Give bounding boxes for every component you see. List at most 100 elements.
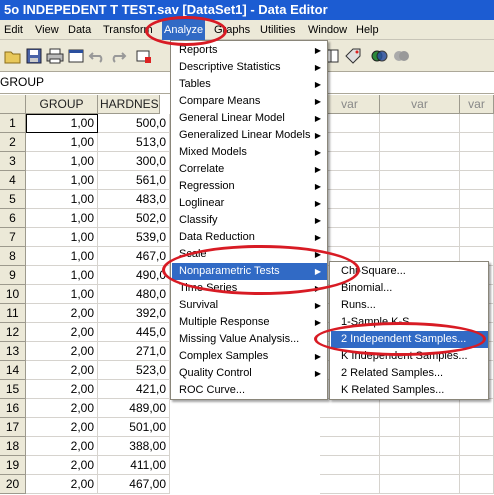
menu-item-classify[interactable]: Classify ▶ xyxy=(172,212,327,229)
menu-item-scale[interactable]: Scale ▶ xyxy=(172,246,327,263)
menu-edit[interactable]: Edit xyxy=(2,20,25,40)
row-number[interactable]: 1 xyxy=(0,114,26,133)
column-header-var[interactable]: var xyxy=(380,95,460,114)
row-number[interactable]: 14 xyxy=(0,361,26,380)
corner-cell[interactable] xyxy=(0,95,26,114)
cell-hardness[interactable]: 480,0 xyxy=(98,285,170,304)
cell-hardness[interactable]: 467,00 xyxy=(98,475,170,494)
save-icon[interactable] xyxy=(25,47,43,65)
undo-icon[interactable] xyxy=(88,47,106,65)
cell-empty[interactable] xyxy=(460,114,494,133)
column-header-hardness[interactable]: HARDNES xyxy=(98,95,160,114)
menu-item-loglinear[interactable]: Loglinear ▶ xyxy=(172,195,327,212)
cell-group[interactable]: 1,00 xyxy=(26,114,98,133)
menu-item-nonparametric-tests[interactable]: Nonparametric Tests ▶ xyxy=(172,263,327,280)
menu-item-quality-control[interactable]: Quality Control ▶ xyxy=(172,365,327,382)
cell-group[interactable]: 1,00 xyxy=(26,266,98,285)
row-number[interactable]: 11 xyxy=(0,304,26,323)
cell-empty[interactable] xyxy=(460,456,494,475)
cell-empty[interactable] xyxy=(320,475,380,494)
submenu-item-1-sample-k-s[interactable]: 1-Sample K-S... xyxy=(331,314,488,331)
cell-empty[interactable] xyxy=(320,456,380,475)
menu-item-mixed-models[interactable]: Mixed Models ▶ xyxy=(172,144,327,161)
cell-hardness[interactable]: 445,0 xyxy=(98,323,170,342)
row-number[interactable]: 17 xyxy=(0,418,26,437)
cell-group[interactable]: 1,00 xyxy=(26,133,98,152)
cell-hardness[interactable]: 411,00 xyxy=(98,456,170,475)
cell-group[interactable]: 1,00 xyxy=(26,190,98,209)
cell-group[interactable]: 1,00 xyxy=(26,152,98,171)
row-number[interactable]: 20 xyxy=(0,475,26,494)
menu-item-survival[interactable]: Survival ▶ xyxy=(172,297,327,314)
cell-group[interactable]: 2,00 xyxy=(26,437,98,456)
cell-empty[interactable] xyxy=(380,437,460,456)
cell-empty[interactable] xyxy=(380,190,460,209)
cell-empty[interactable] xyxy=(460,437,494,456)
row-number[interactable]: 7 xyxy=(0,228,26,247)
cell-empty[interactable] xyxy=(380,152,460,171)
menu-graphs[interactable]: Graphs xyxy=(212,20,252,40)
value-labels-icon[interactable] xyxy=(344,47,362,65)
menu-help[interactable]: Help xyxy=(354,20,381,40)
submenu-item-2-independent-samples[interactable]: 2 Independent Samples... xyxy=(331,331,488,348)
cell-hardness[interactable]: 421,0 xyxy=(98,380,170,399)
cell-hardness[interactable]: 539,0 xyxy=(98,228,170,247)
cell-hardness[interactable]: 388,00 xyxy=(98,437,170,456)
cell-empty[interactable] xyxy=(460,475,494,494)
cell-group[interactable]: 1,00 xyxy=(26,247,98,266)
cell-empty[interactable] xyxy=(320,114,380,133)
cell-hardness[interactable]: 467,0 xyxy=(98,247,170,266)
cell-group[interactable]: 2,00 xyxy=(26,304,98,323)
cell-hardness[interactable]: 392,0 xyxy=(98,304,170,323)
cell-empty[interactable] xyxy=(460,190,494,209)
cell-group[interactable]: 2,00 xyxy=(26,475,98,494)
cell-empty[interactable] xyxy=(380,456,460,475)
cell-hardness[interactable]: 500,0 xyxy=(98,114,170,133)
cell-empty[interactable] xyxy=(460,171,494,190)
cell-empty[interactable] xyxy=(460,133,494,152)
menu-transform[interactable]: Transform xyxy=(101,20,155,40)
cell-hardness[interactable]: 271,0 xyxy=(98,342,170,361)
cell-empty[interactable] xyxy=(380,209,460,228)
cell-empty[interactable] xyxy=(320,133,380,152)
submenu-item-k-related-samples[interactable]: K Related Samples... xyxy=(331,382,488,399)
cell-empty[interactable] xyxy=(380,171,460,190)
cell-empty[interactable] xyxy=(320,228,380,247)
show-sets-icon[interactable] xyxy=(392,47,410,65)
cell-empty[interactable] xyxy=(380,114,460,133)
goto-case-icon[interactable] xyxy=(135,47,153,65)
submenu-item-k-independent-samples[interactable]: K Independent Samples... xyxy=(331,348,488,365)
cell-hardness[interactable]: 490,0 xyxy=(98,266,170,285)
cell-group[interactable]: 1,00 xyxy=(26,285,98,304)
row-number[interactable]: 12 xyxy=(0,323,26,342)
submenu-item-2-related-samples[interactable]: 2 Related Samples... xyxy=(331,365,488,382)
column-header-var[interactable]: var xyxy=(320,95,380,114)
menu-item-roc-curve[interactable]: ROC Curve... xyxy=(172,382,327,399)
menu-item-descriptive-statistics[interactable]: Descriptive Statistics ▶ xyxy=(172,59,327,76)
row-number[interactable]: 19 xyxy=(0,456,26,475)
menu-item-missing-value-analysis[interactable]: Missing Value Analysis... xyxy=(172,331,327,348)
row-number[interactable]: 15 xyxy=(0,380,26,399)
cell-hardness[interactable]: 561,0 xyxy=(98,171,170,190)
menu-item-reports[interactable]: Reports ▶ xyxy=(172,42,327,59)
menu-item-complex-samples[interactable]: Complex Samples ▶ xyxy=(172,348,327,365)
menu-window[interactable]: Window xyxy=(306,20,349,40)
menu-item-regression[interactable]: Regression ▶ xyxy=(172,178,327,195)
menu-view[interactable]: View xyxy=(33,20,61,40)
row-number[interactable]: 8 xyxy=(0,247,26,266)
column-header-var[interactable]: var xyxy=(460,95,494,114)
row-number[interactable]: 5 xyxy=(0,190,26,209)
row-number[interactable]: 6 xyxy=(0,209,26,228)
dialog-recall-icon[interactable] xyxy=(67,47,85,65)
cell-group[interactable]: 2,00 xyxy=(26,456,98,475)
cell-empty[interactable] xyxy=(380,418,460,437)
submenu-item-runs[interactable]: Runs... xyxy=(331,297,488,314)
cell-group[interactable]: 1,00 xyxy=(26,228,98,247)
submenu-item-binomial[interactable]: Binomial... xyxy=(331,280,488,297)
cell-hardness[interactable]: 523,0 xyxy=(98,361,170,380)
menu-item-compare-means[interactable]: Compare Means ▶ xyxy=(172,93,327,110)
redo-icon[interactable] xyxy=(109,47,127,65)
cell-empty[interactable] xyxy=(320,418,380,437)
cell-empty[interactable] xyxy=(320,152,380,171)
cell-empty[interactable] xyxy=(460,418,494,437)
